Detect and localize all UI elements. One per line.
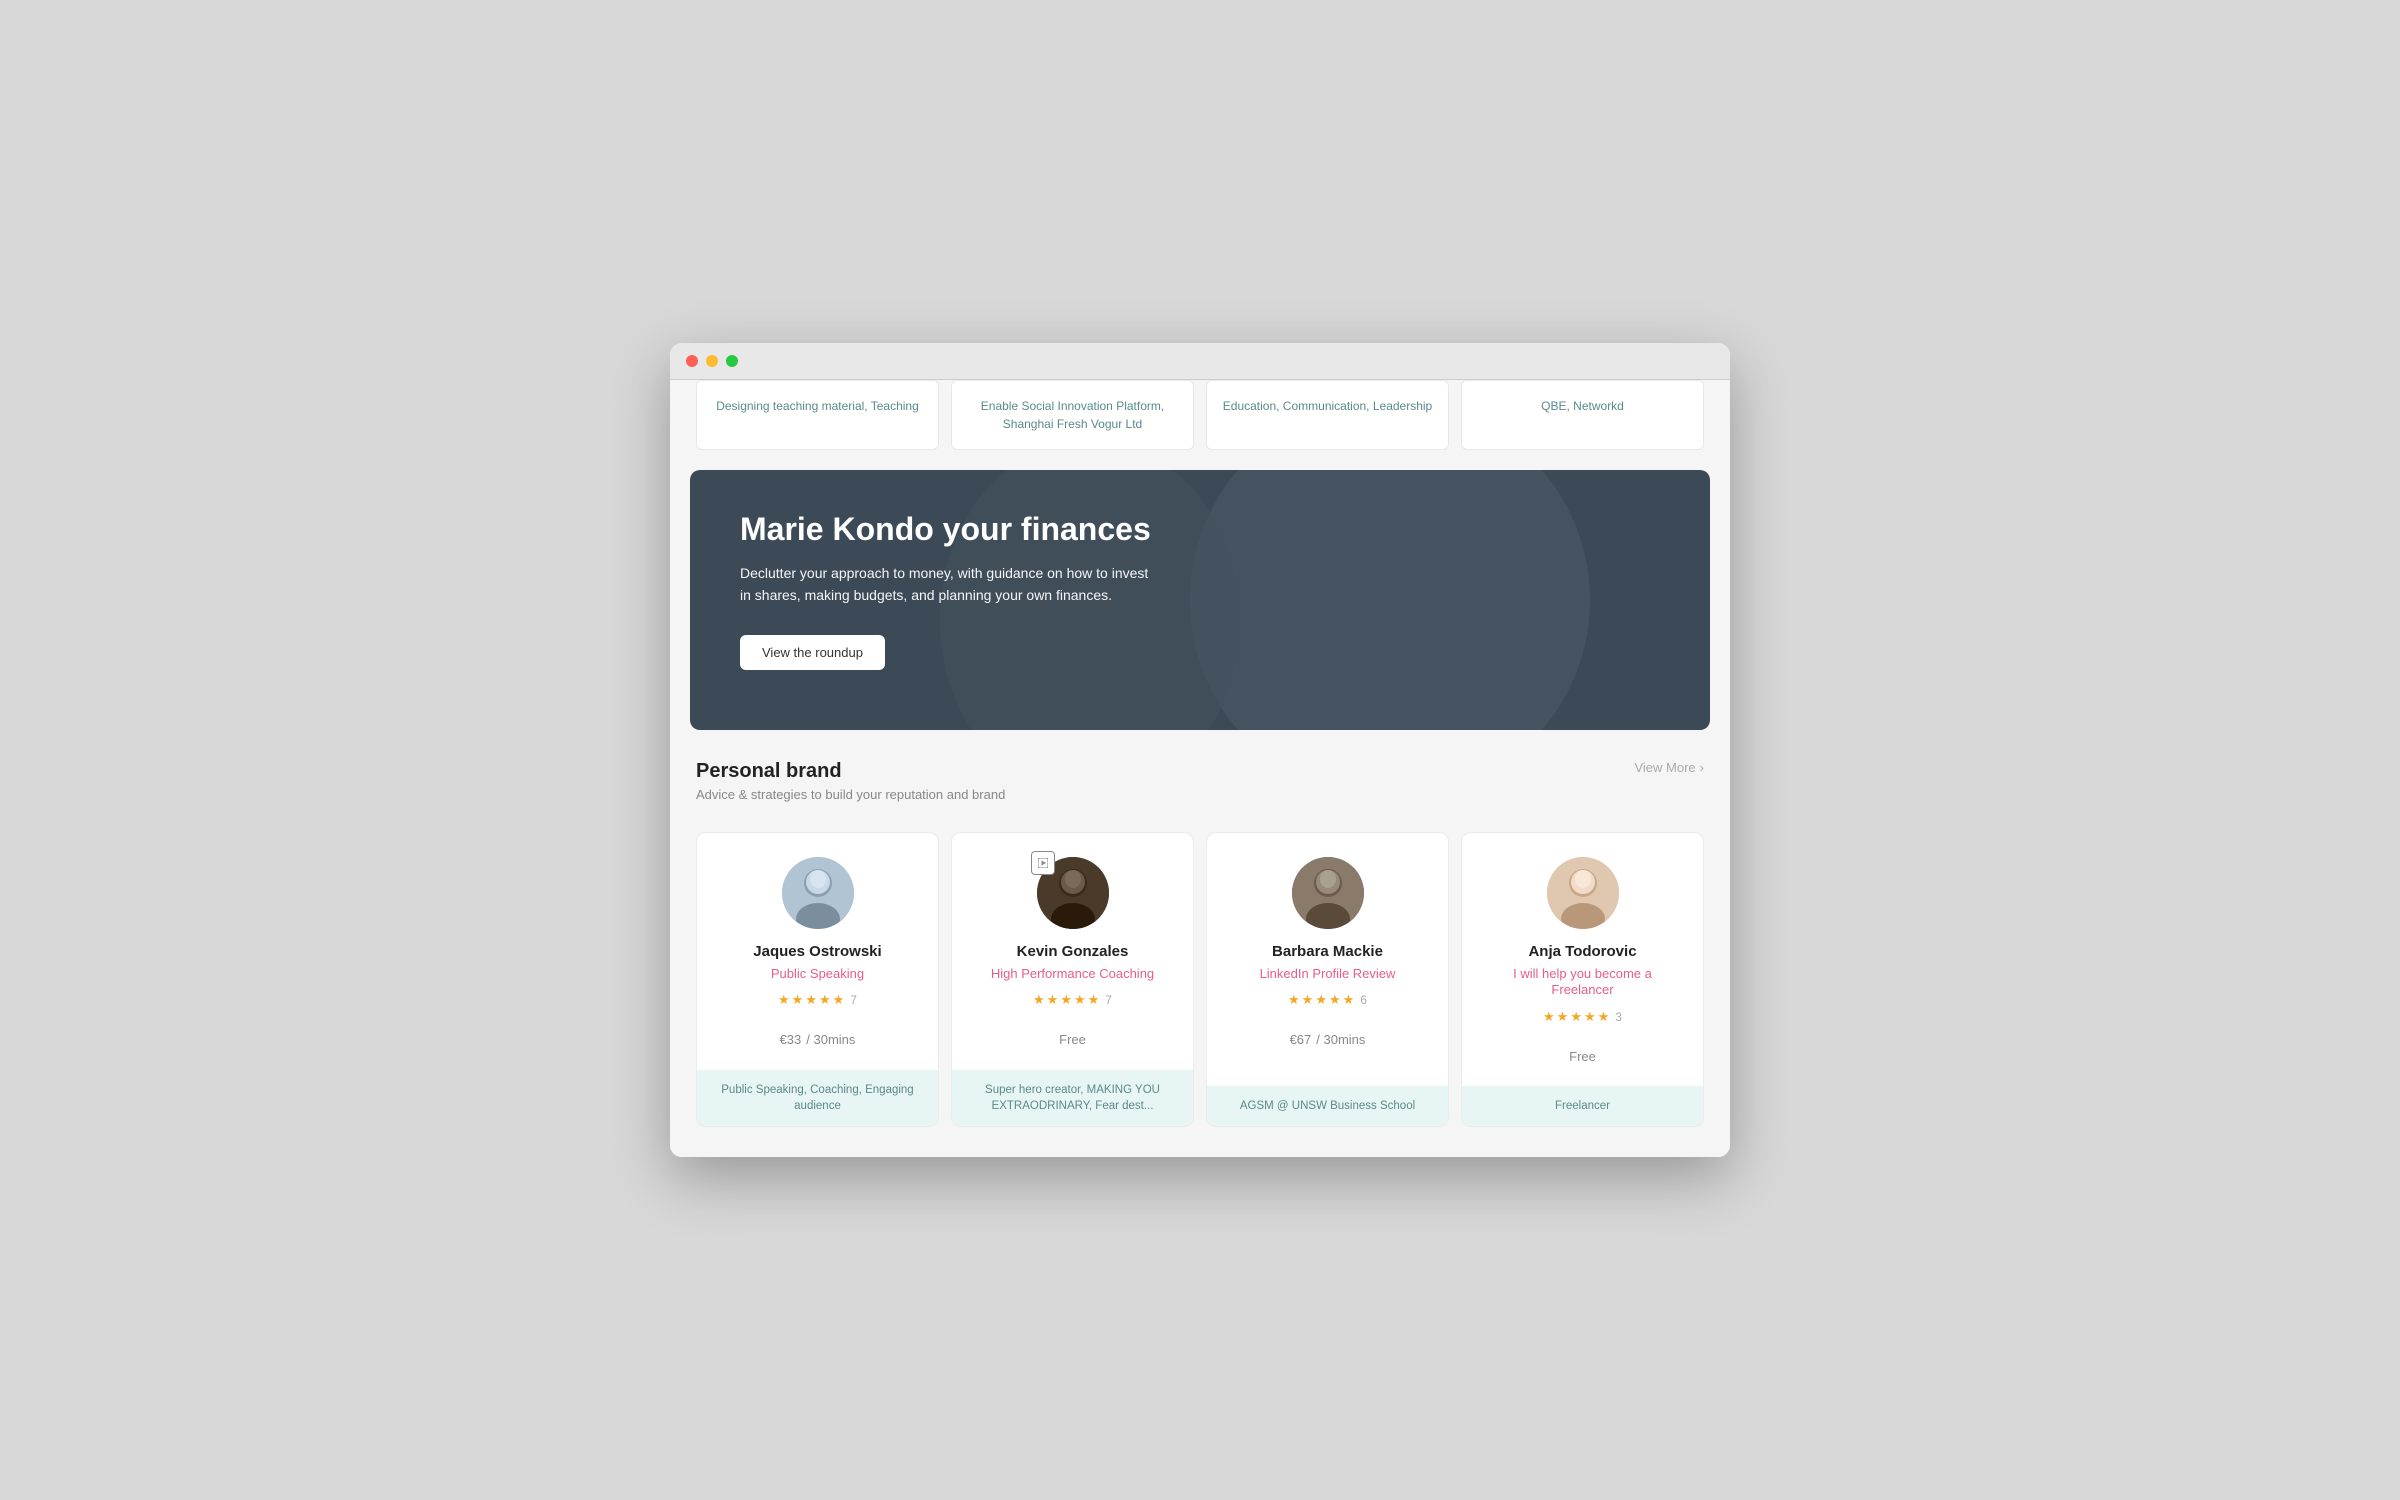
avatar-barbara <box>1292 857 1364 929</box>
tag-card-1-text: Designing teaching material, Teaching <box>716 399 919 413</box>
card-anja-body: Anja Todorovic I will help you become a … <box>1462 833 1703 1087</box>
view-more-label: View More <box>1634 760 1695 775</box>
card-anja-service: I will help you become a Freelancer <box>1482 966 1683 1000</box>
tag-card-2-text: Enable Social Innovation Platform, Shang… <box>981 399 1164 431</box>
maximize-dot[interactable] <box>726 355 738 367</box>
card-barbara-service: LinkedIn Profile Review <box>1260 966 1396 983</box>
card-jaques[interactable]: Jaques Ostrowski Public Speaking ★ ★ ★ ★… <box>696 832 939 1128</box>
card-kevin-review-count: 7 <box>1105 993 1112 1007</box>
star-4: ★ <box>819 992 831 1008</box>
star-2: ★ <box>1047 992 1059 1008</box>
card-barbara-name: Barbara Mackie <box>1272 943 1383 960</box>
star-4: ★ <box>1329 992 1341 1008</box>
tag-card-4[interactable]: QBE, Networkd <box>1461 380 1704 450</box>
play-icon <box>1038 858 1048 868</box>
card-barbara-stars: ★ ★ ★ ★ ★ 6 <box>1288 992 1367 1008</box>
section-header: Personal brand View More › <box>696 760 1704 783</box>
chevron-right-icon: › <box>1700 760 1704 775</box>
star-5-half: ★ <box>1598 1009 1610 1025</box>
card-anja-review-count: 3 <box>1615 1010 1622 1024</box>
card-barbara-review-count: 6 <box>1360 993 1367 1007</box>
star-4: ★ <box>1074 992 1086 1008</box>
card-jaques-stars: ★ ★ ★ ★ ★ 7 <box>778 992 857 1008</box>
hero-banner: Marie Kondo your finances Declutter your… <box>690 470 1710 730</box>
avatar-anja <box>1547 857 1619 929</box>
section-subtitle: Advice & strategies to build your reputa… <box>696 787 1704 802</box>
star-5-half: ★ <box>1343 992 1355 1008</box>
card-kevin-price: Free <box>1059 1028 1086 1049</box>
cards-grid: Jaques Ostrowski Public Speaking ★ ★ ★ ★… <box>670 832 1730 1158</box>
star-2: ★ <box>1302 992 1314 1008</box>
window-content: Designing teaching material, Teaching En… <box>670 380 1730 1158</box>
card-jaques-price: €33 / 30mins <box>780 1028 856 1049</box>
view-more-button[interactable]: View More › <box>1634 760 1704 775</box>
tag-card-4-text: QBE, Networkd <box>1541 399 1624 413</box>
star-3: ★ <box>1315 992 1327 1008</box>
section-title: Personal brand <box>696 760 842 783</box>
card-anja-name: Anja Todorovic <box>1528 943 1636 960</box>
close-dot[interactable] <box>686 355 698 367</box>
card-barbara-duration: / 30mins <box>1316 1032 1365 1047</box>
card-kevin-footer: Super hero creator, MAKING YOU EXTRAODRI… <box>952 1070 1193 1126</box>
card-anja-price: Free <box>1569 1045 1596 1066</box>
card-anja-price-value: Free <box>1569 1049 1596 1064</box>
card-kevin-stars: ★ ★ ★ ★ ★ 7 <box>1033 992 1112 1008</box>
card-jaques-duration: / 30mins <box>806 1032 855 1047</box>
card-kevin-name: Kevin Gonzales <box>1017 943 1129 960</box>
hero-title: Marie Kondo your finances <box>740 510 1160 548</box>
card-kevin-service: High Performance Coaching <box>991 966 1154 983</box>
star-4: ★ <box>1584 1009 1596 1025</box>
tag-card-1[interactable]: Designing teaching material, Teaching <box>696 380 939 450</box>
card-jaques-service: Public Speaking <box>771 966 864 983</box>
star-1: ★ <box>778 992 790 1008</box>
hero-inner: Marie Kondo your finances Declutter your… <box>690 470 1210 710</box>
hero-description: Declutter your approach to money, with g… <box>740 562 1160 607</box>
star-3: ★ <box>1060 992 1072 1008</box>
star-3: ★ <box>1570 1009 1582 1025</box>
star-1: ★ <box>1033 992 1045 1008</box>
card-kevin[interactable]: Kevin Gonzales High Performance Coaching… <box>951 832 1194 1128</box>
card-barbara[interactable]: Barbara Mackie LinkedIn Profile Review ★… <box>1206 832 1449 1128</box>
card-barbara-body: Barbara Mackie LinkedIn Profile Review ★… <box>1207 833 1448 1087</box>
star-2: ★ <box>792 992 804 1008</box>
avatar-wrap-jaques <box>782 857 854 929</box>
avatar-jaques <box>782 857 854 929</box>
card-barbara-price-value: €67 <box>1290 1032 1312 1047</box>
card-anja[interactable]: Anja Todorovic I will help you become a … <box>1461 832 1704 1128</box>
star-2: ★ <box>1557 1009 1569 1025</box>
star-1: ★ <box>1288 992 1300 1008</box>
section-header-area: Personal brand View More › Advice & stra… <box>670 730 1730 832</box>
tag-cards-row: Designing teaching material, Teaching En… <box>670 380 1730 470</box>
card-barbara-footer: AGSM @ UNSW Business School <box>1207 1086 1448 1126</box>
titlebar <box>670 343 1730 380</box>
star-1: ★ <box>1543 1009 1555 1025</box>
minimize-dot[interactable] <box>706 355 718 367</box>
card-jaques-footer: Public Speaking, Coaching, Engaging audi… <box>697 1070 938 1126</box>
tag-card-3-text: Education, Communication, Leadership <box>1223 399 1432 413</box>
card-jaques-review-count: 7 <box>850 993 857 1007</box>
star-5-half: ★ <box>833 992 845 1008</box>
card-jaques-price-value: €33 <box>780 1032 802 1047</box>
browser-window: Designing teaching material, Teaching En… <box>670 343 1730 1158</box>
card-kevin-body: Kevin Gonzales High Performance Coaching… <box>952 833 1193 1071</box>
card-jaques-name: Jaques Ostrowski <box>753 943 881 960</box>
card-barbara-price: €67 / 30mins <box>1290 1028 1366 1049</box>
view-roundup-button[interactable]: View the roundup <box>740 635 885 670</box>
star-3: ★ <box>805 992 817 1008</box>
tag-card-2[interactable]: Enable Social Innovation Platform, Shang… <box>951 380 1194 450</box>
star-5: ★ <box>1088 992 1100 1008</box>
card-kevin-price-value: Free <box>1059 1032 1086 1047</box>
avatar-wrap-barbara <box>1292 857 1364 929</box>
avatar-wrap-kevin <box>1037 857 1109 929</box>
card-anja-footer: Freelancer <box>1462 1086 1703 1126</box>
play-badge <box>1031 851 1055 875</box>
card-jaques-body: Jaques Ostrowski Public Speaking ★ ★ ★ ★… <box>697 833 938 1071</box>
card-anja-stars: ★ ★ ★ ★ ★ 3 <box>1543 1009 1622 1025</box>
avatar-wrap-anja <box>1547 857 1619 929</box>
tag-card-3[interactable]: Education, Communication, Leadership <box>1206 380 1449 450</box>
